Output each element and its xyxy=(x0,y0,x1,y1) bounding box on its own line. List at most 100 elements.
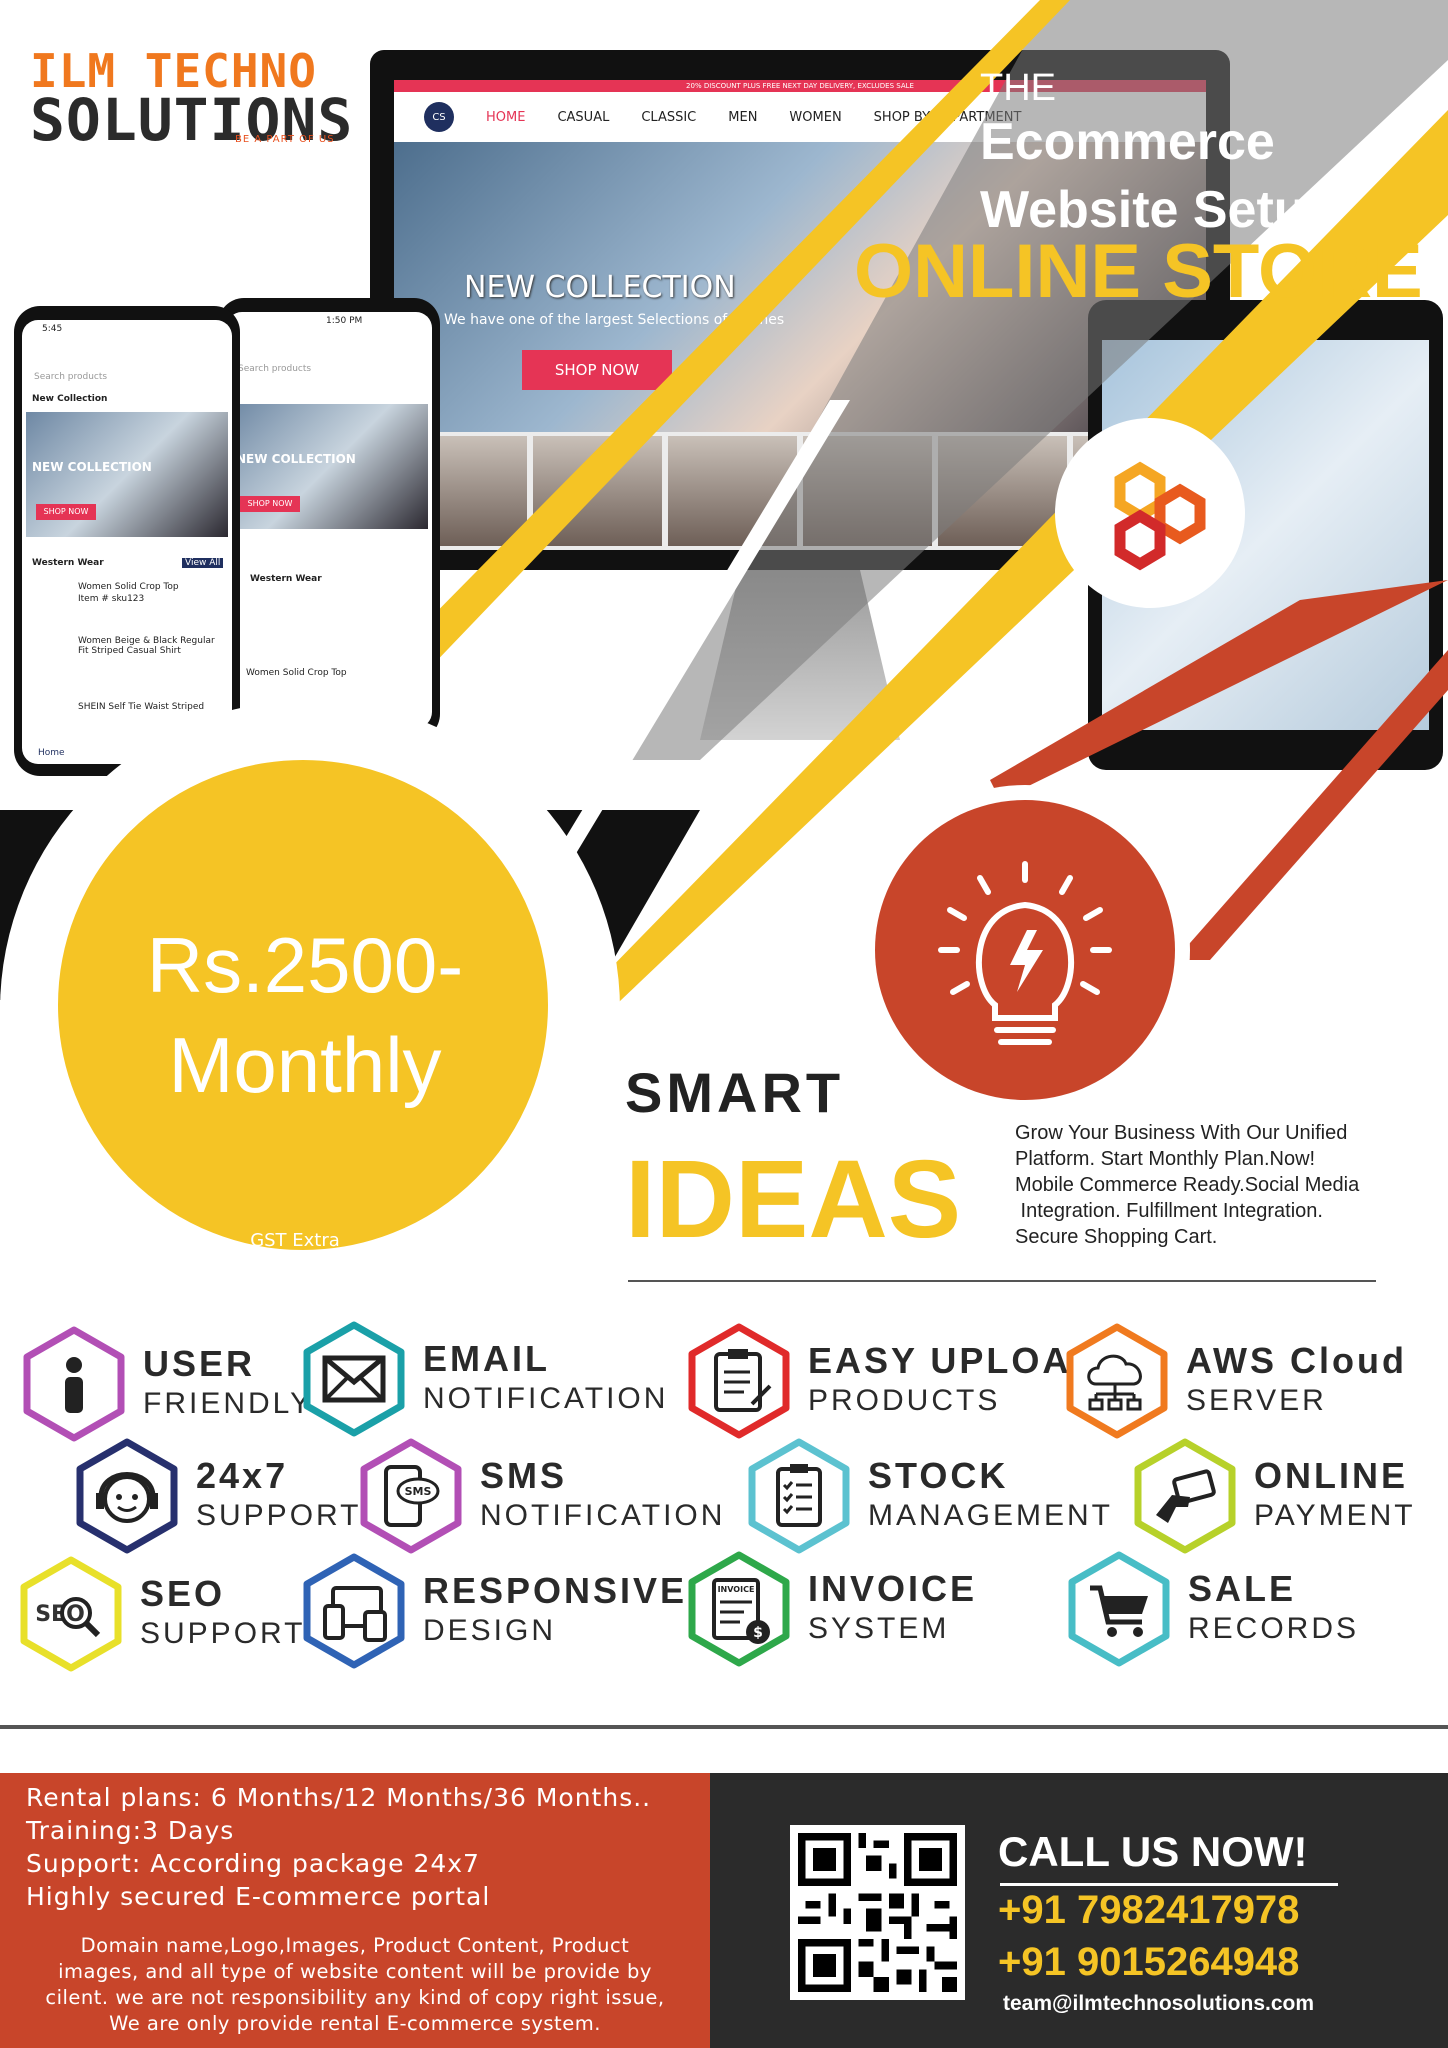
svg-text:INVOICE: INVOICE xyxy=(718,1585,755,1594)
phone-home-tab: Home xyxy=(38,748,65,758)
svg-text:$: $ xyxy=(753,1625,763,1641)
phone-time: 1:50 PM xyxy=(326,316,363,326)
smart-heading: SMART xyxy=(625,1061,845,1124)
phone-item: Women Beige & Black Regular Fit Striped … xyxy=(78,636,215,656)
feature-user-friendly: USER FRIENDLY xyxy=(15,1325,313,1443)
section-divider xyxy=(0,1725,1448,1729)
phone-shop-now: SHOP NOW xyxy=(36,504,96,520)
disclaimer-line: We are only provide rental E-commerce sy… xyxy=(109,2012,601,2035)
headline: THE Ecommerce Website Setup ONLINE STORE xyxy=(854,67,1440,310)
feature-title: AWS Cloud xyxy=(1186,1340,1407,1381)
price-period: Monthly xyxy=(168,1021,442,1109)
feature-sub: MANAGEMENT xyxy=(868,1499,1114,1532)
cloud-network-icon xyxy=(1058,1322,1176,1440)
feature-title: ONLINE xyxy=(1254,1455,1409,1496)
feature-title: STOCK xyxy=(868,1455,1009,1496)
phone-mockup-back: 1:50 PM Search products NEW COLLECTION S… xyxy=(218,298,440,740)
svg-text:SEO: SEO xyxy=(35,1602,85,1627)
gst-note: GST Extra xyxy=(250,1230,340,1251)
feature-easy-upload-products: EASY UPLOAD PRODUCTS xyxy=(680,1322,1100,1440)
blurb-line: Platform. Start Monthly Plan.Now! xyxy=(1015,1148,1316,1170)
blurb-line: Grow Your Business With Our Unified xyxy=(1015,1122,1348,1144)
feature-title: SALE xyxy=(1188,1568,1297,1609)
blurb: Grow Your Business With Our Unified Plat… xyxy=(1015,1120,1445,1250)
disclaimer: Domain name,Logo,Images, Product Content… xyxy=(0,1933,710,2037)
phone-item-sku: Item # sku123 xyxy=(78,594,145,604)
phone-new-collection: New Collection xyxy=(32,394,108,404)
checklist-icon xyxy=(740,1437,858,1555)
phone-collection: NEW COLLECTION xyxy=(236,452,356,466)
disclaimer-line: images, and all type of website content … xyxy=(58,1960,652,1983)
rust-band xyxy=(1175,650,1448,960)
headset-icon xyxy=(68,1437,186,1555)
clipboard-icon xyxy=(680,1322,798,1440)
cart-icon xyxy=(1060,1550,1178,1668)
feature-email-notification: EMAIL NOTIFICATION xyxy=(295,1320,668,1438)
feature-title: USER xyxy=(143,1343,256,1384)
phone-western: Western Wear xyxy=(32,558,104,568)
blurb-line: Secure Shopping Cart. xyxy=(1015,1226,1218,1248)
phone-search: Search products xyxy=(34,372,108,382)
sms-phone-icon: SMS xyxy=(352,1437,470,1555)
plan-line: Highly secured E-commerce portal xyxy=(26,1882,491,1911)
feature-aws-cloud-server: AWS Cloud SERVER xyxy=(1058,1322,1407,1440)
plan-line: Rental plans: 6 Months/12 Months/36 Mont… xyxy=(26,1783,652,1812)
plan-line: Training:3 Days xyxy=(26,1816,235,1845)
feature-sub: DESIGN xyxy=(423,1614,557,1647)
disclaimer-line: Domain name,Logo,Images, Product Content… xyxy=(80,1934,630,1957)
phone-shop-now: SHOP NOW xyxy=(240,496,300,512)
headline-ecommerce: Ecommerce xyxy=(980,113,1275,171)
seo-magnifier-icon: SEO xyxy=(12,1555,130,1673)
headline-the: THE xyxy=(980,67,1056,109)
company-logo: ILM TECHNO SOLUTIONS BE A PART OF US xyxy=(30,48,360,149)
qr-code-icon xyxy=(798,1833,957,1992)
feature-sub: SUPPORT xyxy=(140,1617,306,1650)
feature-title: INVOICE xyxy=(808,1568,978,1609)
phone-back-screen: 1:50 PM Search products NEW COLLECTION S… xyxy=(226,312,432,728)
call-underline xyxy=(1000,1883,1338,1886)
feature-sub: SUPPORT xyxy=(196,1499,362,1532)
phone-item: Women Solid Crop Top xyxy=(78,582,179,592)
devices-icon xyxy=(295,1552,413,1670)
lightbulb-icon xyxy=(938,861,1112,1045)
svg-text:SMS: SMS xyxy=(405,1485,432,1498)
envelope-icon xyxy=(295,1320,413,1438)
feature-sub: FRIENDLY xyxy=(143,1387,314,1420)
feature-title: SMS xyxy=(480,1455,568,1496)
blurb-line: Mobile Commerce Ready.Social Media xyxy=(1015,1174,1360,1196)
feature-online-payment: ONLINE PAYMENT xyxy=(1126,1437,1416,1555)
phone-number-2[interactable]: +91 9015264948 xyxy=(998,1940,1299,1985)
feature-sub: NOTIFICATION xyxy=(480,1499,726,1532)
phone-item: Women Solid Crop Top xyxy=(246,668,347,678)
phone-item: SHEIN Self Tie Waist Striped xyxy=(78,702,205,712)
feature-stock-management: STOCK MANAGEMENT xyxy=(740,1437,1113,1555)
feature-invoice-system: INVOICE $ INVOICE SYSTEM xyxy=(680,1550,977,1668)
person-icon xyxy=(15,1325,133,1443)
price-amount: Rs.2500- xyxy=(146,921,464,1009)
phone-collection: NEW COLLECTION xyxy=(32,460,152,474)
phone-number-1[interactable]: +91 7982417978 xyxy=(998,1888,1299,1933)
phone-front-screen: 5:45 Search products New Collection NEW … xyxy=(22,320,232,764)
feature-sub: NOTIFICATION xyxy=(423,1382,669,1415)
feature-responsive-design: RESPONSIVE DESIGN xyxy=(295,1552,687,1670)
feature-sale-records: SALE RECORDS xyxy=(1060,1550,1359,1668)
call-us-heading: CALL US NOW! xyxy=(998,1828,1308,1875)
qr-code[interactable] xyxy=(790,1825,965,2000)
phone-view-all: View All xyxy=(182,558,224,568)
phone-time: 5:45 xyxy=(42,324,63,334)
headline-online-store: ONLINE STORE xyxy=(854,229,1423,314)
divider xyxy=(628,1280,1376,1282)
hexagons-icon xyxy=(1114,461,1206,571)
ideas-heading: IDEAS xyxy=(625,1138,962,1261)
blurb-line: Integration. Fulfillment Integration. xyxy=(1015,1200,1323,1222)
feature-title: EASY UPLOAD xyxy=(808,1340,1101,1381)
feature-sms-notification: SMS SMS NOTIFICATION xyxy=(352,1437,725,1555)
feature-title: RESPONSIVE xyxy=(423,1570,688,1611)
email-link[interactable]: team@ilmtechnosolutions.com xyxy=(1003,1992,1314,2016)
feature-title: EMAIL xyxy=(423,1338,550,1379)
logo-tagline: BE A PART OF US xyxy=(235,134,335,145)
disclaimer-line: cilent. we are not responsibility any ki… xyxy=(45,1986,665,2009)
feature-title: SEO xyxy=(140,1573,226,1614)
phone-western: Western Wear xyxy=(250,574,322,584)
feature-sub: PAYMENT xyxy=(1254,1499,1416,1532)
